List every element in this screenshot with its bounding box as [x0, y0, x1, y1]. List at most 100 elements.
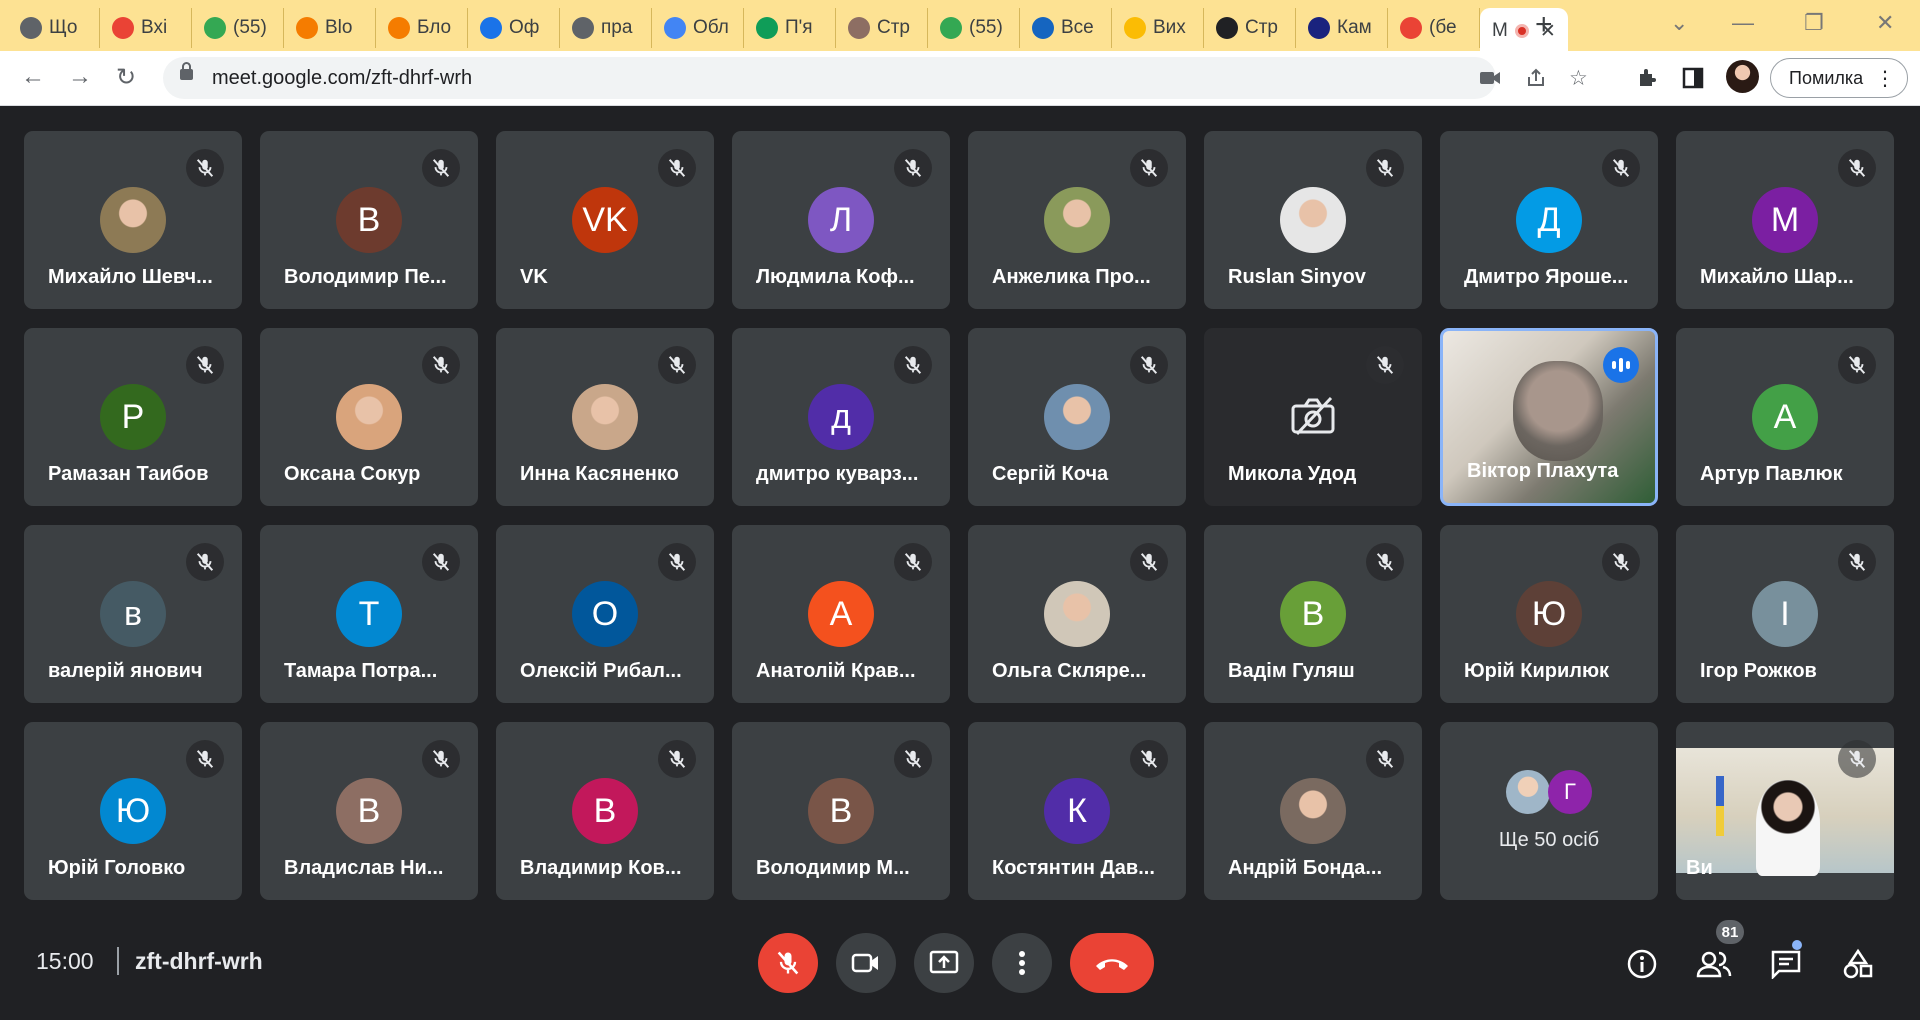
browser-tab[interactable]: (бе [1388, 7, 1480, 48]
muted-mic-icon [1130, 543, 1168, 581]
address-bar[interactable]: meet.google.com/zft-dhrf-wrh ☆ [163, 57, 1588, 99]
participant-tile[interactable]: В Володимир М... [732, 722, 950, 900]
browser-tab[interactable]: П'я [744, 7, 836, 48]
activities-button[interactable] [1836, 942, 1880, 986]
activities-shapes-icon [1843, 948, 1873, 979]
new-tab-button[interactable]: + [1535, 10, 1553, 40]
speaking-indicator-icon [1603, 347, 1639, 383]
participant-initial-avatar: Ю [100, 778, 166, 844]
participant-tile[interactable]: О Олексій Рибал... [496, 525, 714, 703]
url-text[interactable]: meet.google.com/zft-dhrf-wrh [212, 67, 472, 90]
participant-tile[interactable]: М Михайло Шар... [1676, 131, 1894, 309]
participant-name: Михайло Шевч... [48, 266, 213, 288]
participant-tile[interactable]: Анжелика Про... [968, 131, 1186, 309]
browser-tab[interactable]: Бло [376, 7, 468, 48]
participant-initial-avatar: А [808, 581, 874, 647]
browser-tab[interactable]: Стр [1204, 7, 1296, 48]
participant-initial-avatar: В [336, 778, 402, 844]
participant-tile[interactable]: Андрій Бонда... [1204, 722, 1422, 900]
self-view-tile[interactable]: Ви [1676, 722, 1894, 900]
browser-tab[interactable]: Все [1020, 7, 1112, 48]
browser-tab[interactable]: Що [8, 7, 100, 48]
camera-permission-icon[interactable] [1479, 69, 1501, 87]
participant-initial-avatar: Д [1516, 187, 1582, 253]
participant-tile[interactable]: К Костянтин Дав... [968, 722, 1186, 900]
muted-mic-icon [1366, 543, 1404, 581]
forward-arrow-icon[interactable]: → [68, 63, 92, 91]
participant-tile[interactable]: В Володимир Пе... [260, 131, 478, 309]
browser-tab[interactable]: Обл [652, 7, 744, 48]
participant-tile[interactable]: Л Людмила Коф... [732, 131, 950, 309]
share-icon[interactable] [1525, 67, 1547, 89]
participant-tile[interactable]: А Артур Павлюк [1676, 328, 1894, 506]
participant-tile[interactable]: Ю Юрій Кирилюк [1440, 525, 1658, 703]
participant-tile[interactable]: І Ігор Рожков [1676, 525, 1894, 703]
more-options-button[interactable] [992, 933, 1052, 993]
browser-tab[interactable]: (55) [928, 7, 1020, 48]
more-participants-tile[interactable]: Г Ще 50 осіб [1440, 722, 1658, 900]
participant-tile[interactable]: VK VK [496, 131, 714, 309]
participant-tile[interactable]: В Владимир Ков... [496, 722, 714, 900]
participant-initial-avatar: В [808, 778, 874, 844]
participant-tile[interactable]: Микола Удод [1204, 328, 1422, 506]
error-button[interactable]: Помилка ⋮ [1770, 58, 1908, 98]
people-button[interactable] [1692, 942, 1736, 986]
participant-tile[interactable]: Сергій Коча [968, 328, 1186, 506]
extensions-puzzle-icon[interactable] [1636, 66, 1660, 90]
browser-tab[interactable]: (55) [192, 7, 284, 48]
participant-tile[interactable]: Р Рамазан Таибов [24, 328, 242, 506]
participant-tile[interactable]: В Владислав Ни... [260, 722, 478, 900]
participant-tile[interactable]: д дмитро куварз... [732, 328, 950, 506]
participant-tile[interactable]: в валерій янович [24, 525, 242, 703]
participant-tile[interactable]: Віктор Плахута [1440, 328, 1658, 506]
participant-initial-avatar: А [1752, 384, 1818, 450]
camera-toggle-button[interactable] [836, 933, 896, 993]
tab-title: Бло [417, 16, 452, 38]
chat-button[interactable] [1764, 942, 1808, 986]
mic-toggle-button[interactable] [758, 933, 818, 993]
participant-tile[interactable]: Ruslan Sinyov [1204, 131, 1422, 309]
back-arrow-icon[interactable]: ← [21, 63, 45, 91]
participant-tile[interactable]: Д Дмитро Яроше... [1440, 131, 1658, 309]
participant-name: Инна Касяненко [520, 463, 679, 485]
tab-title: Оф [509, 16, 540, 38]
muted-mic-icon [1366, 740, 1404, 778]
participant-tile[interactable]: Инна Касяненко [496, 328, 714, 506]
participant-tile[interactable]: А Анатолій Крав... [732, 525, 950, 703]
participant-tile[interactable]: Т Тамара Потра... [260, 525, 478, 703]
browser-tab[interactable]: Blo [284, 7, 376, 48]
present-screen-button[interactable] [914, 933, 974, 993]
browser-tab[interactable]: Кам [1296, 7, 1388, 48]
restore-button[interactable]: ❐ [1804, 10, 1824, 36]
participant-tile[interactable]: Ольга Скляре... [968, 525, 1186, 703]
bookmark-star-icon[interactable]: ☆ [1569, 66, 1588, 91]
muted-mic-icon [186, 346, 224, 384]
tab-title: (55) [969, 16, 1003, 38]
menu-dots-icon[interactable]: ⋮ [1875, 66, 1895, 91]
tab-title: Blo [325, 16, 353, 38]
browser-tab[interactable]: Вих [1112, 7, 1204, 48]
browser-tab[interactable]: пра [560, 7, 652, 48]
close-window-button[interactable]: ✕ [1876, 10, 1894, 36]
reload-icon[interactable]: ↻ [116, 63, 136, 92]
participant-name: Віктор Плахута [1467, 460, 1619, 482]
lock-icon[interactable] [180, 62, 193, 80]
browser-tab[interactable]: Стр [836, 7, 928, 48]
participant-tile[interactable]: Ю Юрій Головко [24, 722, 242, 900]
participant-tile[interactable]: В Вадім Гуляш [1204, 525, 1422, 703]
minimize-button[interactable]: — [1732, 10, 1754, 36]
side-panel-icon[interactable] [1682, 67, 1704, 89]
participant-tile[interactable]: Михайло Шевч... [24, 131, 242, 309]
participant-initial-avatar: О [572, 581, 638, 647]
meeting-details-button[interactable] [1620, 942, 1664, 986]
participant-initial-avatar: В [336, 187, 402, 253]
leave-call-button[interactable] [1070, 933, 1154, 993]
participant-tile[interactable]: Оксана Сокур [260, 328, 478, 506]
tab-search-icon[interactable]: ⌄ [1670, 10, 1688, 36]
browser-tab[interactable]: Вхі [100, 7, 192, 48]
browser-tab[interactable]: Оф [468, 7, 560, 48]
profile-avatar[interactable] [1726, 60, 1759, 93]
participant-photo-avatar [1044, 187, 1110, 253]
muted-mic-icon [1838, 543, 1876, 581]
browser-tab-active[interactable]: M ✕ [1480, 7, 1568, 55]
